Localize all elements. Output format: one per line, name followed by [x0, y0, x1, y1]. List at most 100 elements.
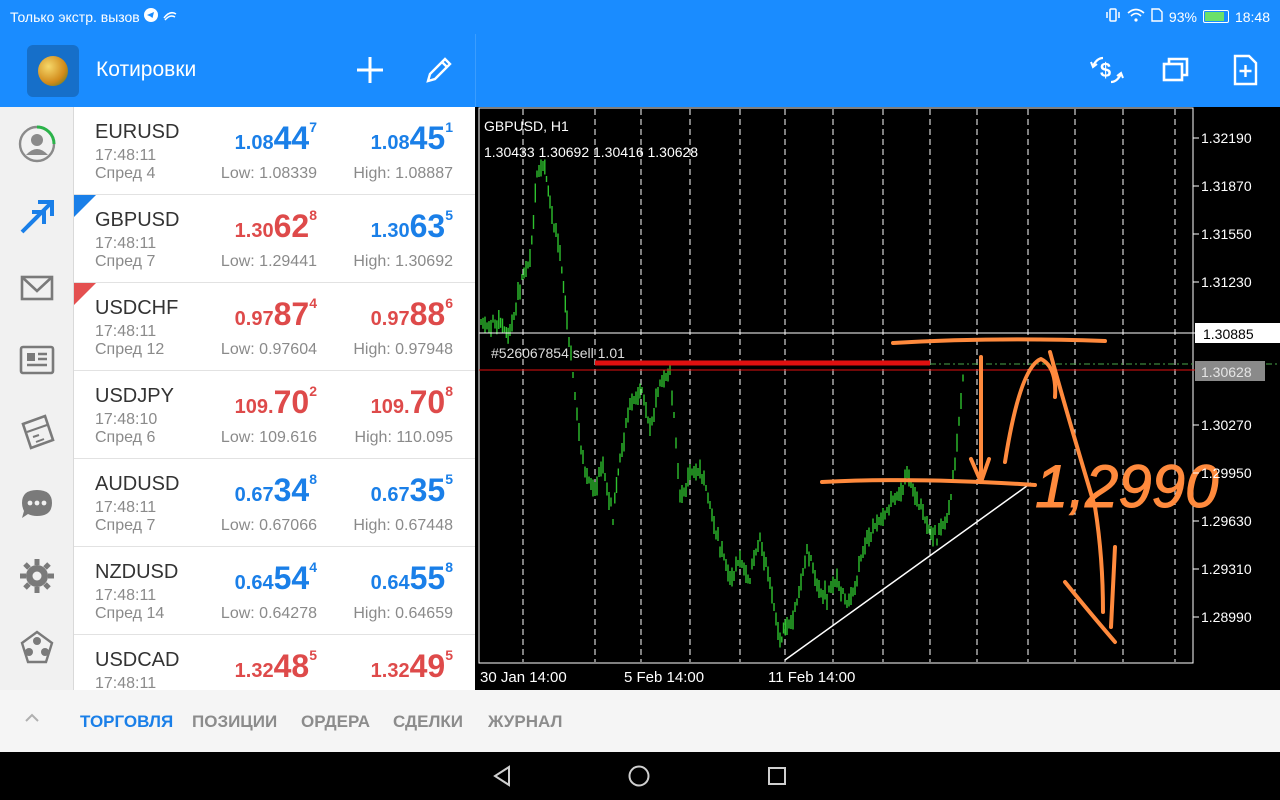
- news-icon: [19, 345, 55, 375]
- quote-row[interactable]: EURUSD 17:48:11 Спред 4 1.08447 1.08451 Low: …: [74, 107, 475, 195]
- ask-price[interactable]: 0.67355: [371, 471, 453, 509]
- quote-high: High: 1.30692: [353, 253, 453, 270]
- rail-trade[interactable]: [17, 197, 57, 237]
- y-tick-label: 1.29630: [1201, 513, 1252, 529]
- quote-high: High: 110.095: [354, 429, 453, 446]
- ask-price[interactable]: 109.708: [371, 383, 453, 421]
- community-icon: [20, 630, 54, 664]
- quote-symbol: USDCAD: [95, 649, 180, 671]
- quote-spread: Спред 6: [95, 429, 156, 446]
- calendar-icon: [21, 414, 55, 450]
- quote-time: 17:48:11: [95, 235, 157, 252]
- quote-high: High: 0.64659: [353, 605, 453, 622]
- edit-icon: [426, 57, 452, 83]
- quote-row[interactable]: NZDUSD 17:48:11 Спред 14 0.64544 0.64558 Low:…: [74, 547, 475, 635]
- system-navbar: [0, 752, 1280, 800]
- quote-row[interactable]: USDJPY 17:48:10 Спред 6 109.702 109.708 Low: …: [74, 371, 475, 459]
- mail-icon: [20, 275, 54, 301]
- quote-time: 17:48:11: [95, 499, 157, 516]
- quote-symbol: USDJPY: [95, 385, 174, 407]
- y-tick-label: 1.31870: [1201, 178, 1252, 194]
- tab-deals[interactable]: СДЕЛКИ: [393, 712, 463, 732]
- new-order-icon: [1233, 54, 1258, 86]
- recents-button[interactable]: [765, 764, 789, 788]
- toolbar-divider: [475, 34, 476, 107]
- y-tick-label: 1.31230: [1201, 274, 1252, 290]
- ask-price[interactable]: 1.08451: [371, 119, 453, 157]
- quote-time: 17:48:10: [95, 411, 158, 428]
- bid-price[interactable]: 0.67348: [235, 471, 317, 509]
- tab-journal[interactable]: ЖУРНАЛ: [488, 712, 562, 732]
- rail-chat[interactable]: [17, 484, 57, 524]
- ask-price[interactable]: 1.30635: [371, 207, 453, 245]
- bid-price[interactable]: 0.97874: [235, 295, 317, 333]
- home-button[interactable]: [627, 764, 651, 788]
- chart-ohlc: 1.30433 1.30692 1.30416 1.30628: [484, 144, 698, 160]
- quote-high: High: 1.08887: [353, 165, 453, 182]
- chart-symbol-timeframe: GBPUSD, H1: [484, 118, 569, 134]
- metatrader-logo-icon[interactable]: [27, 45, 79, 97]
- y-tick-label: 1.29310: [1201, 561, 1252, 577]
- windows-button[interactable]: [1158, 52, 1194, 88]
- bid-price[interactable]: 1.32485: [235, 647, 317, 685]
- clock: 18:48: [1234, 8, 1270, 25]
- rail-settings[interactable]: [17, 556, 57, 596]
- quote-low: Low: 1.08339: [220, 165, 317, 182]
- navigation-rail: [0, 107, 74, 690]
- y-tick-label: 1.32190: [1201, 130, 1252, 146]
- sim-icon: [1151, 8, 1163, 25]
- quote-time: 17:48:11: [95, 147, 157, 164]
- bid-price[interactable]: 109.702: [235, 383, 317, 421]
- settings-icon: [20, 559, 54, 593]
- chart-canvas[interactable]: #526067854 sell 1.01 1,2990 GBPUSD, H1 1…: [475, 107, 1280, 690]
- back-button[interactable]: [490, 764, 514, 788]
- annotation-price-text: 1,2990: [1035, 453, 1219, 520]
- currency-exchange-button[interactable]: $: [1089, 52, 1125, 88]
- x-tick-label: 5 Feb 14:00: [624, 669, 704, 686]
- rail-calendar[interactable]: [17, 412, 57, 452]
- windows-icon: [1162, 57, 1189, 82]
- bid-price[interactable]: 0.64544: [235, 559, 317, 597]
- quote-row[interactable]: USDCHF 17:48:11 Спред 12 0.97874 0.97886 Low:…: [74, 283, 475, 371]
- tab-orders[interactable]: ОРДЕРА: [301, 712, 370, 732]
- quote-symbol: EURUSD: [95, 121, 180, 143]
- trend-up-icon: [74, 195, 96, 217]
- y-tick-label: 1.28990: [1201, 609, 1252, 625]
- quote-low: Low: 109.616: [220, 429, 317, 446]
- account-icon: [18, 125, 56, 163]
- tab-positions[interactable]: ПОЗИЦИИ: [192, 712, 277, 732]
- add-icon: [357, 57, 383, 83]
- currency-exchange-icon: $: [1090, 56, 1124, 84]
- quote-symbol: NZDUSD: [95, 561, 179, 583]
- bid-price[interactable]: 1.30628: [235, 207, 317, 245]
- ask-price[interactable]: 1.32495: [371, 647, 453, 685]
- battery-percent: 93%: [1168, 8, 1197, 25]
- rail-community[interactable]: [17, 628, 57, 668]
- vibrate-icon: [1105, 8, 1121, 25]
- ask-price[interactable]: 0.97886: [371, 295, 453, 333]
- ask-price[interactable]: 0.64558: [371, 559, 453, 597]
- bid-price[interactable]: 1.08447: [235, 119, 317, 157]
- quote-row[interactable]: USDCAD 17:48:11 1.32485 1.32495: [74, 635, 475, 690]
- trend-down-icon: [74, 283, 96, 305]
- rail-account[interactable]: [17, 124, 57, 164]
- price-chart[interactable]: #526067854 sell 1.01 1,2990 GBPUSD, H1 1…: [475, 107, 1280, 690]
- rail-mail[interactable]: [17, 268, 57, 308]
- quote-spread: Спред 7: [95, 253, 156, 270]
- new-order-button[interactable]: [1227, 52, 1263, 88]
- quote-spread: Спред 14: [95, 605, 165, 622]
- edit-button[interactable]: [421, 52, 457, 88]
- expand-chevron-up-icon[interactable]: [22, 708, 42, 728]
- rail-news[interactable]: [17, 340, 57, 380]
- quote-row[interactable]: GBPUSD 17:48:11 Спред 7 1.30628 1.30635 Low: …: [74, 195, 475, 283]
- wifi-icon: [1127, 8, 1145, 25]
- quote-row[interactable]: AUDUSD 17:48:11 Спред 7 0.67348 0.67355 Low: …: [74, 459, 475, 547]
- chat-icon: [22, 490, 52, 518]
- page-title: Котировки: [96, 58, 197, 81]
- battery-icon: [1202, 10, 1229, 23]
- order-label[interactable]: #526067854 sell 1.01: [491, 345, 625, 361]
- add-symbol-button[interactable]: [352, 52, 388, 88]
- tab-trade[interactable]: ТОРГОВЛЯ: [80, 712, 173, 732]
- app-toolbar: Котировки $: [0, 34, 1280, 107]
- quote-high: High: 0.97948: [353, 341, 453, 358]
